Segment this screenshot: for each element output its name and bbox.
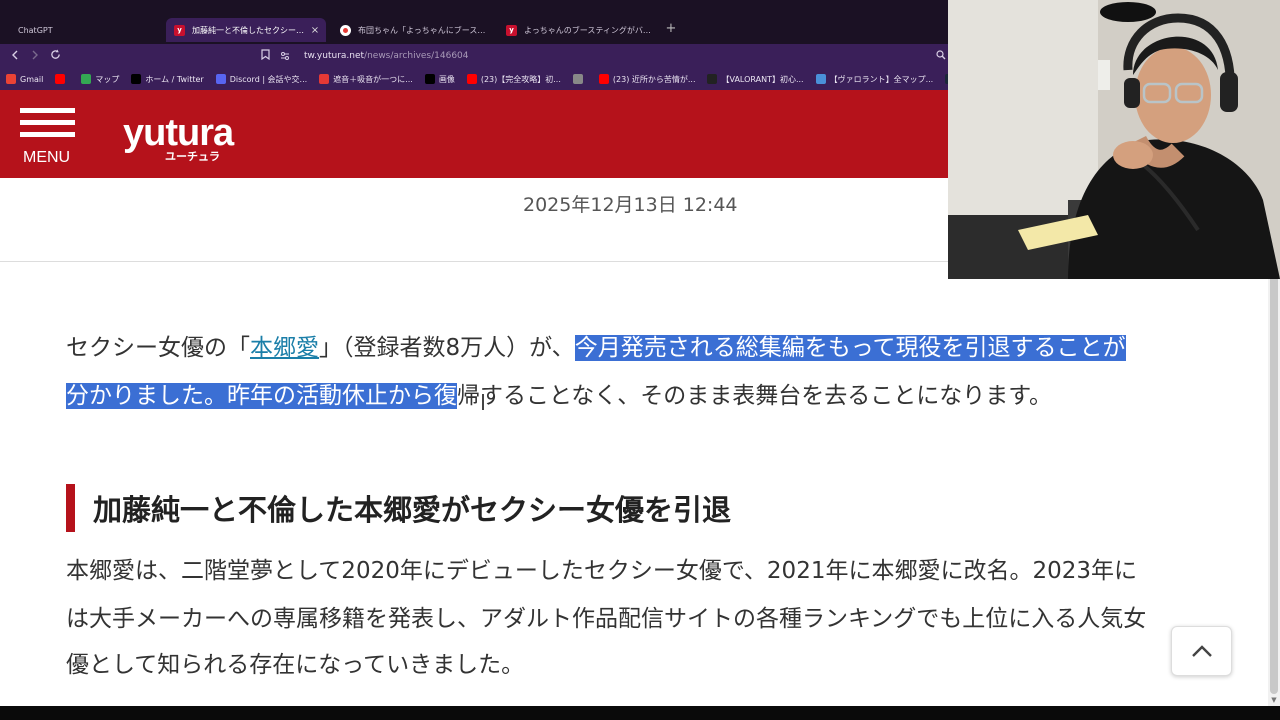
bookmark-favicon-icon <box>319 74 330 84</box>
bookmark-item[interactable] <box>55 74 69 84</box>
scroll-down-arrow-icon[interactable]: ▼ <box>1270 696 1278 704</box>
taskbar-edge <box>0 706 1280 720</box>
bookmark-item[interactable]: 画像 <box>424 74 455 85</box>
bookmark-label: 画像 <box>438 74 455 84</box>
text-span: 」（登録者数8万人）が、 <box>319 335 575 361</box>
scroll-to-top-button[interactable] <box>1171 626 1232 676</box>
selected-text: 今月発売される総集編をもって現役を引退することが <box>574 335 1126 361</box>
back-button[interactable] <box>6 47 24 65</box>
new-tab-button[interactable]: + <box>664 20 678 38</box>
bookmark-item[interactable]: Discord | 会話や交... <box>215 74 308 85</box>
bookmark-item[interactable]: Gmail <box>6 74 43 84</box>
article-date: 2025年12月13日 12:44 <box>523 194 738 216</box>
tab-title: ChatGPT <box>18 25 53 35</box>
article-paragraph-line: 優として知られる存在になっていきました。 <box>66 652 525 678</box>
forward-button[interactable] <box>26 47 44 65</box>
section-heading: 加藤純一と不倫した本郷愛がセクシー女優を引退 <box>66 484 731 532</box>
bookmark-favicon-icon <box>424 74 435 84</box>
bookmark-favicon-icon <box>81 74 92 84</box>
bookmark-item[interactable]: 遮音＋吸音が一つに... <box>319 74 413 85</box>
text-span: セクシー女優の「 <box>66 335 250 361</box>
reload-icon <box>50 49 60 59</box>
bookmark-favicon-icon <box>572 74 583 84</box>
screen: ChatGPT y 加藤純一と不倫したセクシー女優・本郷 × 布団ちゃん「よっち… <box>0 0 1280 720</box>
bookmark-favicon-icon <box>598 74 609 84</box>
bookmark-label: 【VALORANT】初心... <box>721 74 804 84</box>
site-favicon-icon <box>340 24 351 36</box>
bookmark-label: マップ <box>95 74 120 84</box>
tab-title: よっちゃんのブースティングがバレた件につい <box>524 25 658 35</box>
menu-button[interactable]: MENU <box>20 108 76 168</box>
yutura-logo[interactable]: yutura ユーチュラ <box>123 112 263 163</box>
bookmark-item[interactable]: ホーム / Twitter <box>131 74 204 85</box>
bookmark-item[interactable]: 【ヴァロラント】全マップ... <box>815 74 934 85</box>
logo-subtitle: ユーチュラ <box>165 150 220 163</box>
article-paragraph-line: セクシー女優の「本郷愛」（登録者数8万人）が、今月発売される総集編をもって現役を… <box>66 325 1126 372</box>
bookmark-favicon-icon <box>466 74 477 84</box>
yutura-favicon-icon: y <box>174 24 185 36</box>
bookmark-item[interactable] <box>572 74 587 84</box>
bookmark-item[interactable]: (23) 近所から苦情が... <box>598 74 696 85</box>
text-cursor <box>482 394 484 410</box>
yutura-favicon-icon: y <box>506 24 517 36</box>
bookmark-label: 遮音＋吸音が一つに... <box>333 74 413 84</box>
bookmark-favicon-icon <box>815 74 826 84</box>
address-bar[interactable]: tw.yutura.net/news/archives/146604 <box>280 47 950 65</box>
chevron-right-icon <box>32 50 38 60</box>
zoom-icon <box>936 50 946 60</box>
tab-yocchan-article[interactable]: y よっちゃんのブースティングがバレた件につい <box>498 18 658 42</box>
bookmark-label: 【ヴァロラント】全マップ... <box>829 74 934 84</box>
webcam-overlay <box>948 0 1280 279</box>
chevron-up-icon <box>1191 645 1212 657</box>
url-domain: tw.yutura.net <box>304 51 365 61</box>
article-paragraph-line: 本郷愛は、二階堂夢として2020年にデビューしたセクシー女優で、2021年に本郷… <box>66 558 1137 584</box>
reload-button[interactable] <box>46 47 64 65</box>
bookmark-favicon-icon <box>215 74 226 84</box>
selected-text: 分かりました。昨年の活動休止から復 <box>66 383 457 409</box>
site-info-icon[interactable] <box>280 51 290 61</box>
bookmark-label: Gmail <box>20 74 44 84</box>
bookmark-star-button[interactable] <box>256 47 274 65</box>
bookmark-label: Discord | 会話や交... <box>229 74 308 84</box>
actress-link[interactable]: 本郷愛 <box>250 335 319 361</box>
close-tab-icon[interactable]: × <box>308 25 322 36</box>
heading-accent-bar <box>66 484 75 532</box>
logo-wordmark: yutura <box>123 112 234 154</box>
tab-chatgpt[interactable]: ChatGPT <box>10 18 160 42</box>
bookmark-favicon-icon <box>6 74 16 84</box>
tab-title: 加藤純一と不倫したセクシー女優・本郷 <box>192 25 308 35</box>
bookmark-item[interactable]: (23)【完全攻略】初... <box>466 74 561 85</box>
heading-text: 加藤純一と不倫した本郷愛がセクシー女優を引退 <box>93 493 732 527</box>
text-span: 帰することなく、そのまま表舞台を去ることになります。 <box>457 383 1053 409</box>
streamer-webcam-image <box>948 0 1280 279</box>
hamburger-icon <box>20 108 75 113</box>
bookmark-label: (23)【完全攻略】初... <box>480 74 561 84</box>
bookmark-item[interactable]: マップ <box>81 74 119 85</box>
menu-label: MENU <box>23 149 71 166</box>
bookmark-icon <box>260 49 270 61</box>
bookmark-favicon-icon <box>707 74 718 84</box>
article-paragraph-line: 分かりました。昨年の活動休止から復帰することなく、そのまま表舞台を去ることになり… <box>66 373 1052 420</box>
url-path: /news/archives/146604 <box>364 51 469 61</box>
bookmark-item[interactable]: 【VALORANT】初心... <box>707 74 804 85</box>
bookmark-favicon-icon <box>55 74 66 84</box>
article-paragraph-line: は大手メーカーへの専属移籍を発表し、アダルト作品配信サイトの各種ランキングでも上… <box>66 606 1147 632</box>
tab-yutura-article[interactable]: y 加藤純一と不倫したセクシー女優・本郷 × <box>166 18 326 42</box>
chevron-left-icon <box>12 50 18 60</box>
bookmark-label: ホーム / Twitter <box>145 74 204 84</box>
bookmark-favicon-icon <box>131 74 142 84</box>
bookmark-label: (23) 近所から苦情が... <box>612 74 696 84</box>
tab-futon-article[interactable]: 布団ちゃん「よっちゃんにブースティングしてた <box>332 18 492 42</box>
tab-title: 布団ちゃん「よっちゃんにブースティングしてた <box>358 25 492 35</box>
